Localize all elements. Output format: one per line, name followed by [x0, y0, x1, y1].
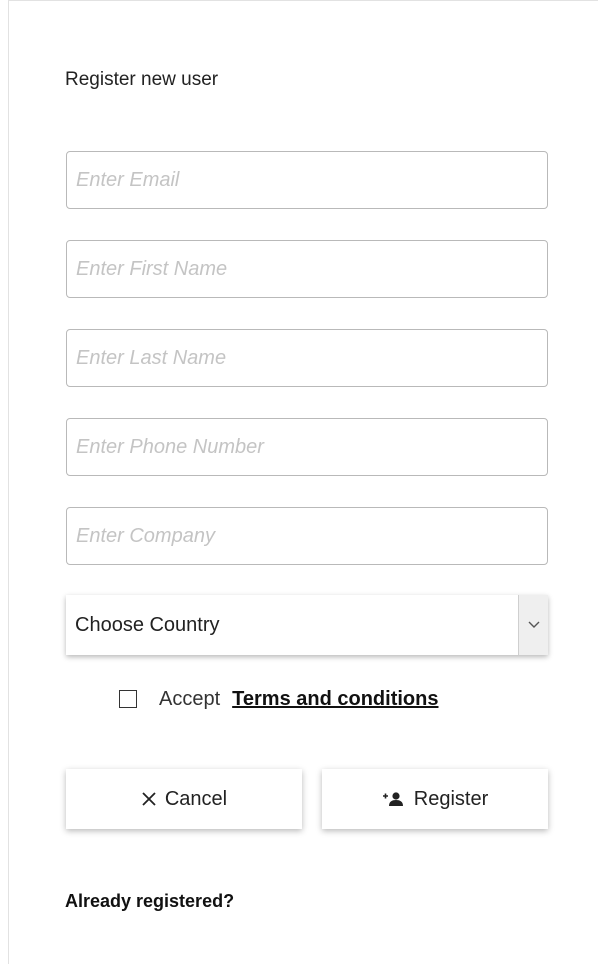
first-name-field-wrapper: [66, 240, 548, 298]
terms-row: Accept Terms and conditions: [119, 687, 438, 711]
email-field-wrapper: [66, 151, 548, 209]
company-field[interactable]: [67, 508, 547, 564]
company-field-wrapper: [66, 507, 548, 565]
phone-field-wrapper: [66, 418, 548, 476]
last-name-field-wrapper: [66, 329, 548, 387]
last-name-field[interactable]: [67, 330, 547, 386]
register-button-label: Register: [413, 787, 489, 810]
add-user-icon: [382, 791, 406, 807]
accept-terms-checkbox[interactable]: [119, 690, 137, 708]
already-registered-link[interactable]: Already registered?: [65, 891, 234, 912]
country-select-value: Choose Country: [75, 614, 220, 636]
first-name-field[interactable]: [67, 241, 547, 297]
register-panel: Register new user Choose Country Accept …: [8, 0, 598, 964]
cancel-button-label: Cancel: [164, 787, 228, 810]
cancel-button[interactable]: Cancel: [66, 769, 302, 829]
close-icon: [141, 791, 157, 807]
phone-field[interactable]: [67, 419, 547, 475]
email-field[interactable]: [67, 152, 547, 208]
country-dropdown-button[interactable]: [518, 595, 548, 655]
country-select[interactable]: Choose Country: [66, 595, 548, 655]
chevron-down-icon: [528, 621, 539, 628]
terms-link[interactable]: Terms and conditions: [232, 688, 438, 711]
register-button[interactable]: Register: [322, 769, 548, 829]
accept-label: Accept: [159, 687, 221, 710]
page-title: Register new user: [65, 69, 219, 90]
